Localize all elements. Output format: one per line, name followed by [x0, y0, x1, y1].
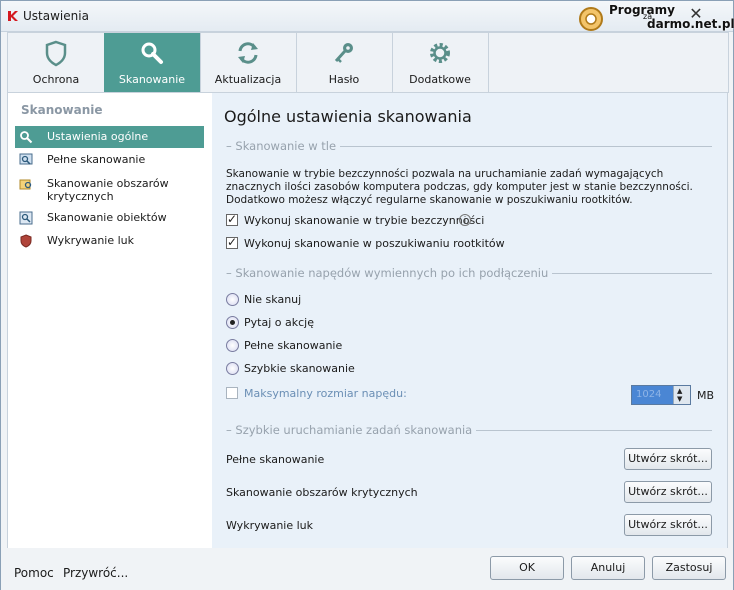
sidebar-item-wykrywanie-luk[interactable]: Wykrywanie luk	[15, 230, 204, 252]
kaspersky-k-icon	[8, 11, 18, 21]
objects-scan-icon	[19, 211, 33, 225]
max-size-spinbox[interactable]: 1024 ▲ ▼	[631, 385, 691, 405]
shortcut-label: Wykrywanie luk	[226, 519, 314, 532]
section-background-scan: – Skanowanie w tle	[226, 139, 712, 153]
critical-areas-icon	[19, 179, 32, 190]
ok-button[interactable]: OK	[490, 556, 564, 580]
close-button[interactable]: ✕	[683, 4, 709, 24]
radio-szybkie-skanowanie[interactable]: Szybkie skanowanie	[226, 361, 355, 377]
idle-scan-checkbox[interactable]: Wykonuj skanowanie w trybie bezczynności…	[226, 212, 486, 229]
radio-dot[interactable]	[226, 339, 239, 352]
spinbox-value: 1024	[636, 389, 662, 400]
cancel-button[interactable]: Anuluj	[571, 556, 645, 580]
section-heading: – Szybkie uruchamianie zadań skanowania	[226, 423, 477, 437]
sidebar-item-label: Skanowanie obszarów krytycznych	[47, 177, 169, 203]
magnifier-icon	[141, 42, 163, 64]
checkbox-box[interactable]	[226, 235, 238, 249]
radio-pelne-skanowanie[interactable]: Pełne skanowanie	[226, 338, 346, 354]
title-bar: Ustawienia Programy za darmo.net.pl ✕	[1, 1, 734, 32]
create-shortcut-button[interactable]: Utwórz skrót...	[624, 481, 712, 503]
rootkit-scan-checkbox[interactable]: Wykonuj skanowanie w poszukiwaniu rootki…	[226, 235, 505, 252]
radio-pytaj-o-akcje[interactable]: Pytaj o akcję	[226, 315, 346, 331]
key-icon	[334, 43, 353, 63]
checkbox-box[interactable]	[226, 387, 238, 399]
section-heading: – Skanowanie napędów wymiennych po ich p…	[226, 266, 553, 280]
spinbox-arrows[interactable]: ▲ ▼	[673, 386, 690, 404]
magnifier-icon	[20, 131, 33, 144]
watermark-gear-icon	[579, 7, 603, 31]
radio-label: Szybkie skanowanie	[244, 362, 355, 375]
section-heading: – Skanowanie w tle	[226, 139, 341, 153]
gear-icon	[430, 43, 450, 63]
sidebar-item-label: Ustawienia ogólne	[47, 130, 149, 143]
footer: Pomoc Przywróć... OK Anuluj Zastosuj	[1, 548, 733, 590]
arrow-up-icon[interactable]: ▲	[677, 387, 682, 395]
radio-dot[interactable]	[226, 362, 239, 375]
sidebar: Skanowanie Ustawienia ogólne Pełne skano…	[7, 92, 213, 549]
vulnerability-icon	[20, 234, 32, 248]
arrow-down-icon[interactable]: ▼	[677, 395, 682, 403]
tab-label: Dodatkowe	[409, 73, 471, 86]
checkbox-box[interactable]	[226, 212, 238, 226]
refresh-icon	[238, 42, 258, 64]
tab-label: Aktualizacja	[214, 73, 282, 86]
shield-icon	[45, 40, 67, 67]
shortcut-label: Skanowanie obszarów krytycznych	[226, 486, 418, 499]
sidebar-item-label: Wykrywanie luk	[47, 234, 135, 247]
help-link[interactable]: Pomoc	[14, 566, 54, 580]
sidebar-item-ustawienia-ogolne[interactable]: Ustawienia ogólne	[15, 126, 204, 148]
radio-label: Nie skanuj	[244, 293, 302, 306]
info-icon[interactable]: i	[459, 214, 471, 226]
restore-link[interactable]: Przywróć...	[63, 566, 128, 580]
full-scan-icon	[19, 153, 33, 165]
tab-haslo[interactable]: Hasło	[296, 33, 393, 92]
radio-dot[interactable]	[226, 293, 239, 306]
tab-skanowanie[interactable]: Skanowanie	[104, 33, 201, 92]
create-shortcut-button[interactable]: Utwórz skrót...	[624, 448, 712, 470]
section-shortcuts: – Szybkie uruchamianie zadań skanowania	[226, 423, 712, 437]
section-removable: – Skanowanie napędów wymiennych po ich p…	[226, 266, 712, 280]
checkbox-label: Maksymalny rozmiar napędu:	[244, 387, 407, 400]
radio-label: Pełne skanowanie	[244, 339, 343, 352]
create-shortcut-button[interactable]: Utwórz skrót...	[624, 514, 712, 536]
window-title: Ustawienia	[23, 9, 89, 23]
tab-ochrona[interactable]: Ochrona	[8, 33, 105, 92]
tab-label: Skanowanie	[118, 73, 186, 86]
tab-label: Hasło	[328, 73, 360, 86]
apply-button[interactable]: Zastosuj	[652, 556, 726, 580]
watermark-line1: Programy	[609, 3, 675, 17]
max-size-checkbox[interactable]: Maksymalny rozmiar napędu:	[226, 386, 407, 402]
checkbox-label: Wykonuj skanowanie w trybie bezczynności	[244, 214, 485, 227]
sidebar-item-label: Pełne skanowanie	[47, 153, 146, 166]
tab-dodatkowe[interactable]: Dodatkowe	[392, 33, 489, 92]
sidebar-item-label: Skanowanie obiektów	[47, 211, 167, 224]
page-title: Ogólne ustawienia skanowania	[224, 107, 472, 126]
settings-window: Ustawienia Programy za darmo.net.pl ✕ Oc…	[0, 0, 734, 590]
sidebar-item-skanowanie-obiektow[interactable]: Skanowanie obiektów	[15, 207, 204, 229]
max-size-unit: MB	[697, 389, 715, 402]
radio-label: Pytaj o akcję	[244, 316, 314, 329]
sidebar-item-obszary-krytyczne[interactable]: Skanowanie obszarów krytycznych	[15, 173, 204, 205]
tab-aktualizacja[interactable]: Aktualizacja	[200, 33, 297, 92]
background-scan-description: Skanowanie w trybie bezczynności pozwala…	[226, 168, 693, 206]
sidebar-item-pelne-skanowanie[interactable]: Pełne skanowanie	[15, 149, 204, 171]
top-tabs: Ochrona Skanowanie Aktualizacja Hasło Do…	[7, 32, 729, 93]
radio-dot[interactable]	[226, 316, 239, 329]
tab-label: Ochrona	[32, 73, 80, 86]
checkbox-label: Wykonuj skanowanie w poszukiwaniu rootki…	[244, 237, 505, 250]
sidebar-header: Skanowanie	[21, 103, 103, 117]
shortcut-label: Pełne skanowanie	[226, 453, 325, 466]
radio-nie-skanuj[interactable]: Nie skanuj	[226, 292, 346, 308]
main-panel: Ogólne ustawienia skanowania – Skanowani…	[212, 92, 728, 549]
